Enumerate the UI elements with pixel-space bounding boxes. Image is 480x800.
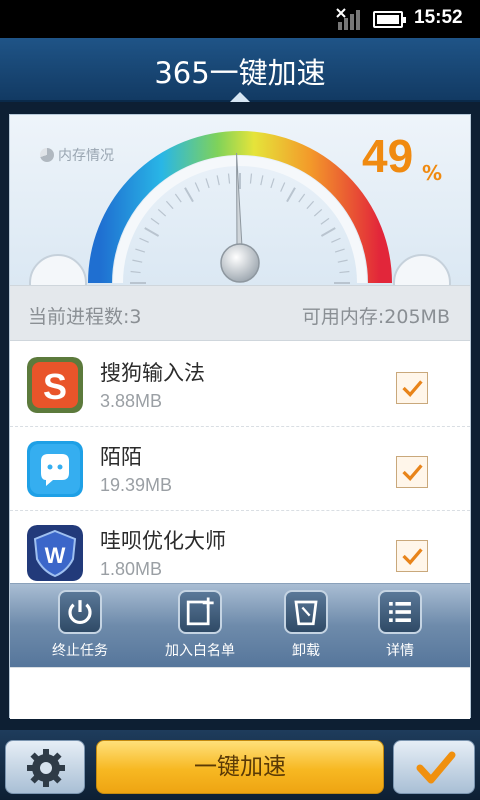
end-task-button[interactable]: 终止任务 (40, 590, 120, 660)
app-size: 1.80MB (100, 559, 163, 579)
gauge-tick (286, 187, 296, 203)
svg-text:W: W (45, 543, 66, 568)
gear-icon (27, 749, 65, 787)
gauge-tick (205, 178, 210, 189)
stats-bar: 当前进程数:3 可用内存:205MB (10, 285, 470, 341)
checkmark-icon (416, 751, 456, 784)
checkbox-checked-icon[interactable] (396, 540, 428, 572)
list-item[interactable]: 陌陌 19.39MB (10, 427, 470, 511)
gauge-tick (313, 208, 323, 217)
app-name: 哇呗优化大师 (100, 529, 226, 553)
svg-text:S: S (43, 366, 67, 407)
app-size: 3.88MB (100, 391, 163, 411)
checkbox-checked-icon[interactable] (396, 456, 428, 488)
confirm-button[interactable] (393, 740, 475, 794)
process-list: S 搜狗输入法 3.88MB 陌陌 19.39MB W 哇呗优化大师 1.80M… (10, 343, 470, 595)
accelerate-button[interactable]: 一键加速 (96, 740, 384, 794)
action-toolbar: 终止任务 加入白名单 卸载 详情 (10, 583, 470, 667)
gauge-tick (306, 200, 315, 210)
gauge-tick (249, 173, 253, 184)
gauge-tick (260, 175, 264, 186)
gauge-tick (331, 237, 341, 243)
gauge-tick (320, 217, 330, 225)
memory-gauge: 内存情况 49 % (10, 115, 470, 285)
left-mini-gauge (29, 254, 87, 285)
add-list-icon (178, 590, 222, 634)
checkbox-checked-icon[interactable] (396, 372, 428, 404)
gauge-tick (334, 248, 345, 253)
clock: 15:52 (414, 7, 463, 28)
gauge-tick (280, 182, 286, 192)
gauge-tick (132, 259, 143, 263)
app-name: 陌陌 (100, 445, 142, 469)
free-memory: 可用内存:205MB (301, 306, 450, 328)
battery-icon (373, 11, 406, 28)
memory-status-label: 内存情况 (40, 145, 114, 165)
trash-icon (284, 590, 328, 634)
list-item-empty (10, 667, 470, 719)
gauge-tick (135, 248, 146, 253)
app-size: 19.39MB (100, 475, 173, 495)
list-item[interactable]: S 搜狗输入法 3.88MB (10, 343, 470, 427)
status-bar: 15:52 (0, 0, 480, 38)
pie-icon (40, 148, 54, 162)
gauge-tick (339, 270, 350, 274)
sogou-input-icon: S (27, 357, 83, 413)
gauge-tick (174, 193, 182, 203)
settings-button[interactable] (5, 740, 85, 794)
gauge-tick (130, 270, 141, 274)
gauge-tick (184, 187, 194, 203)
gauge-tick (227, 173, 231, 184)
power-icon (58, 590, 102, 634)
gauge-tick (194, 182, 200, 192)
app-name: 搜狗输入法 (100, 361, 205, 385)
momo-icon (27, 441, 83, 497)
gauge-tick (298, 193, 306, 203)
bottom-bar: 一键加速 (0, 730, 480, 800)
gauge-tick (150, 217, 160, 225)
memory-percent: 49 (362, 130, 414, 182)
right-mini-gauge (393, 254, 451, 285)
gauge-tick (139, 237, 149, 243)
gauge-hub (220, 243, 260, 283)
page-title: 365一键加速 (154, 56, 326, 90)
uninstall-button[interactable]: 卸载 (266, 590, 346, 660)
gauge-tick (270, 178, 275, 189)
main-panel: 内存情况 49 % 当前进程数:3 可用内存:205MB S 搜狗输入法 3.8… (9, 114, 471, 719)
title-notch (230, 92, 250, 102)
wabei-master-icon: W (27, 525, 83, 581)
gauge-tick (165, 200, 174, 210)
add-whitelist-button[interactable]: 加入白名单 (160, 590, 240, 660)
gauge-tick (144, 227, 160, 237)
list-icon (378, 590, 422, 634)
signal-icon (336, 8, 360, 30)
gauge-tick (157, 208, 167, 217)
percent-sign: % (422, 161, 443, 185)
gauge-tick (320, 227, 336, 237)
gauge-tick (216, 175, 220, 186)
title-bar: 365一键加速 (0, 38, 480, 102)
gauge-tick (337, 259, 348, 263)
details-button[interactable]: 详情 (360, 590, 440, 660)
process-count: 当前进程数:3 (28, 306, 142, 328)
